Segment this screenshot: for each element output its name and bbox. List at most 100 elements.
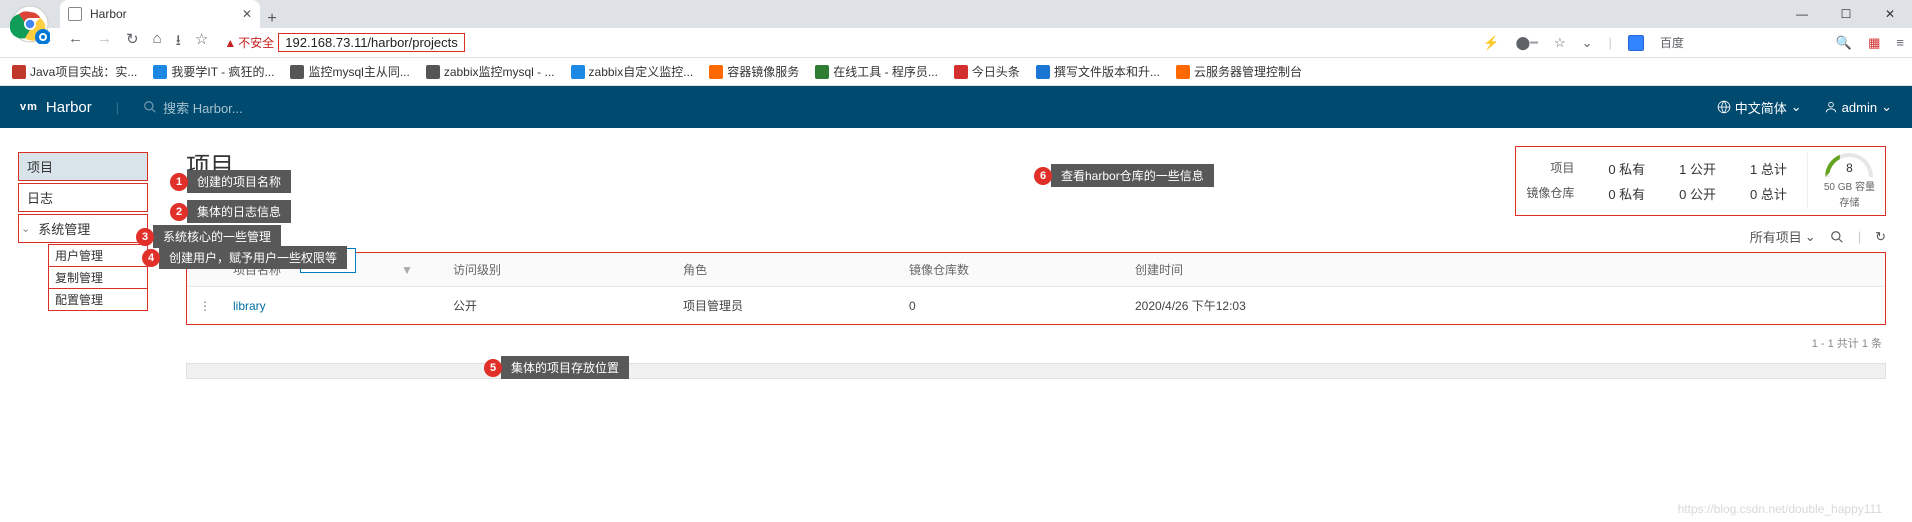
- sidebar-submenu: 用户管理 复制管理 配置管理: [48, 244, 148, 311]
- window-controls: — ☐ ✕: [1780, 0, 1912, 28]
- project-filter[interactable]: 所有项目 ⌄: [1750, 227, 1816, 246]
- project-link[interactable]: library: [233, 299, 266, 313]
- col-access[interactable]: 访问级别: [443, 261, 673, 278]
- reload-button[interactable]: ↻: [126, 30, 139, 55]
- summary-proj-label: 项目: [1526, 159, 1574, 178]
- sidebar-item-system[interactable]: ⌄ 系统管理: [18, 214, 148, 243]
- bookmark-label: 云服务器管理控制台: [1194, 63, 1302, 80]
- tab-title: Harbor: [90, 7, 234, 21]
- home-button[interactable]: ⌂: [153, 30, 162, 55]
- user-icon: [1824, 100, 1838, 114]
- chevron-down-icon: ⌄: [1881, 99, 1892, 115]
- col-role[interactable]: 角色: [673, 261, 899, 278]
- harbor-logo[interactable]: vm Harbor: [20, 99, 92, 116]
- menu-icon[interactable]: ≡: [1896, 35, 1904, 50]
- back-button[interactable]: ←: [68, 30, 83, 55]
- bookmark-favicon-icon: [815, 65, 829, 79]
- summary-proj-public: 1 公开: [1679, 159, 1716, 178]
- col-repo[interactable]: 镜像仓库数: [899, 261, 1125, 278]
- table-row[interactable]: ⋮ library 公开 项目管理员 0 2020/4/26 下午12:03: [187, 287, 1885, 324]
- filter-icon[interactable]: ▼: [401, 263, 413, 277]
- horizontal-scrollbar[interactable]: [186, 363, 1886, 379]
- refresh-button[interactable]: ↻: [1875, 229, 1886, 245]
- close-tab-icon[interactable]: ✕: [242, 7, 252, 21]
- bookmark-item[interactable]: 今日头条: [954, 63, 1020, 80]
- bookmarks-bar: Java项目实战：实... 我要学IT - 疯狂的... 监控mysql主从同...…: [0, 58, 1912, 86]
- main-content: 项目 项目 0 私有 1 公开 1 总计 镜像仓库 0 私有 0 公开 0 总计…: [160, 128, 1912, 522]
- url-input[interactable]: 192.168.73.11/harbor/projects: [278, 33, 465, 52]
- bookmark-label: zabbix自定义监控...: [589, 63, 694, 80]
- harbor-search[interactable]: 搜索 Harbor...: [143, 98, 242, 117]
- bookmark-item[interactable]: 在线工具 - 程序员...: [815, 63, 938, 80]
- bookmark-item[interactable]: 容器镜像服务: [709, 63, 799, 80]
- bookmark-label: 监控mysql主从同...: [308, 63, 409, 80]
- sidebar-item-projects[interactable]: 项目: [19, 153, 147, 180]
- browser-tab[interactable]: Harbor ✕: [60, 0, 260, 28]
- search-icon[interactable]: [1830, 230, 1844, 244]
- minimize-button[interactable]: —: [1780, 0, 1824, 28]
- bookmark-label: 在线工具 - 程序员...: [833, 63, 938, 80]
- bookmark-item[interactable]: 我要学IT - 疯狂的...: [153, 63, 274, 80]
- annotation-1: 1创建的项目名称: [170, 170, 291, 193]
- insecure-badge[interactable]: ▲ 不安全: [224, 34, 274, 51]
- annotation-4: 4创建用户，赋予用户一些权限等: [142, 246, 347, 269]
- bookmark-item[interactable]: zabbix监控mysql - ...: [426, 63, 555, 80]
- cell-role: 项目管理员: [673, 297, 899, 314]
- sidebar-item-users[interactable]: 用户管理: [49, 245, 147, 267]
- flash-icon[interactable]: ⚡: [1483, 35, 1499, 51]
- language-selector[interactable]: 中文简体 ⌄: [1717, 98, 1802, 117]
- projects-table: 项目名称▼ 访问级别 角色 镜像仓库数 创建时间 ⋮ library 公开 项目…: [186, 252, 1886, 325]
- search-placeholder: 搜索 Harbor...: [163, 98, 242, 117]
- new-tab-button[interactable]: +: [260, 10, 284, 28]
- globe-icon: [1717, 100, 1731, 114]
- harbor-brand: Harbor: [46, 99, 92, 116]
- bookmark-favicon-icon: [290, 65, 304, 79]
- chevron-down-icon[interactable]: ⌄: [1582, 35, 1593, 51]
- harbor-header: vm Harbor | 搜索 Harbor... 中文简体 ⌄ admin ⌄: [0, 86, 1912, 128]
- pdf-icon[interactable]: ▦: [1868, 35, 1880, 51]
- sidebar-item-replication[interactable]: 复制管理: [49, 267, 147, 289]
- annotation-5: 5集体的项目存放位置: [484, 356, 629, 379]
- bookmark-favicon-icon: [1176, 65, 1190, 79]
- bookmark-favicon-icon: [954, 65, 968, 79]
- summary-repo-private: 0 私有: [1608, 184, 1645, 203]
- star-icon[interactable]: ☆: [1554, 35, 1566, 51]
- bookmark-label: 今日头条: [972, 63, 1020, 80]
- maximize-button[interactable]: ☐: [1824, 0, 1868, 28]
- row-actions-icon[interactable]: ⋮: [187, 299, 223, 313]
- bookmark-label: zabbix监控mysql - ...: [444, 63, 555, 80]
- bookmark-item[interactable]: Java项目实战：实...: [12, 63, 137, 80]
- search-icon[interactable]: 🔍: [1836, 35, 1852, 51]
- download-button[interactable]: ⭳: [176, 30, 181, 55]
- sidebar-item-config[interactable]: 配置管理: [49, 289, 147, 310]
- user-menu[interactable]: admin ⌄: [1824, 99, 1892, 115]
- summary-repo-label: 镜像仓库: [1526, 184, 1574, 203]
- cell-access: 公开: [443, 297, 673, 314]
- summary-panel: 项目 0 私有 1 公开 1 总计 镜像仓库 0 私有 0 公开 0 总计 8 …: [1515, 146, 1886, 216]
- favorite-button[interactable]: ☆: [195, 30, 208, 55]
- bookmark-item[interactable]: 撰写文件版本和升...: [1036, 63, 1160, 80]
- url-wrap: ▲ 不安全 192.168.73.11/harbor/projects: [224, 33, 464, 52]
- forward-button[interactable]: →: [97, 30, 112, 55]
- bookmark-label: 我要学IT - 疯狂的...: [171, 63, 274, 80]
- bookmark-item[interactable]: 云服务器管理控制台: [1176, 63, 1302, 80]
- sidebar-item-logs[interactable]: 日志: [19, 184, 147, 211]
- bookmark-favicon-icon: [571, 65, 585, 79]
- search-icon: [143, 100, 157, 114]
- bookmark-item[interactable]: zabbix自定义监控...: [571, 63, 694, 80]
- summary-proj-private: 0 私有: [1608, 159, 1645, 178]
- bookmark-item[interactable]: 监控mysql主从同...: [290, 63, 409, 80]
- sidebar: 项目 日志 ⌄ 系统管理 用户管理 复制管理 配置管理: [0, 128, 160, 522]
- bookmark-favicon-icon: [1036, 65, 1050, 79]
- table-footer: 1 - 1 共计 1 条: [186, 325, 1886, 361]
- bookmark-label: Java项目实战：实...: [30, 63, 137, 80]
- close-window-button[interactable]: ✕: [1868, 0, 1912, 28]
- table-toolbar: 所有项目 ⌄ | ↻: [186, 227, 1886, 246]
- baidu-icon: [1628, 35, 1644, 51]
- browser-tabstrip: Harbor ✕ + — ☐ ✕: [0, 0, 1912, 28]
- bookmark-favicon-icon: [153, 65, 167, 79]
- key-icon[interactable]: ⬤┉: [1516, 35, 1538, 51]
- col-time[interactable]: 创建时间: [1125, 261, 1885, 278]
- table-header: 项目名称▼ 访问级别 角色 镜像仓库数 创建时间: [187, 253, 1885, 287]
- summary-repo-total: 0 总计: [1750, 184, 1787, 203]
